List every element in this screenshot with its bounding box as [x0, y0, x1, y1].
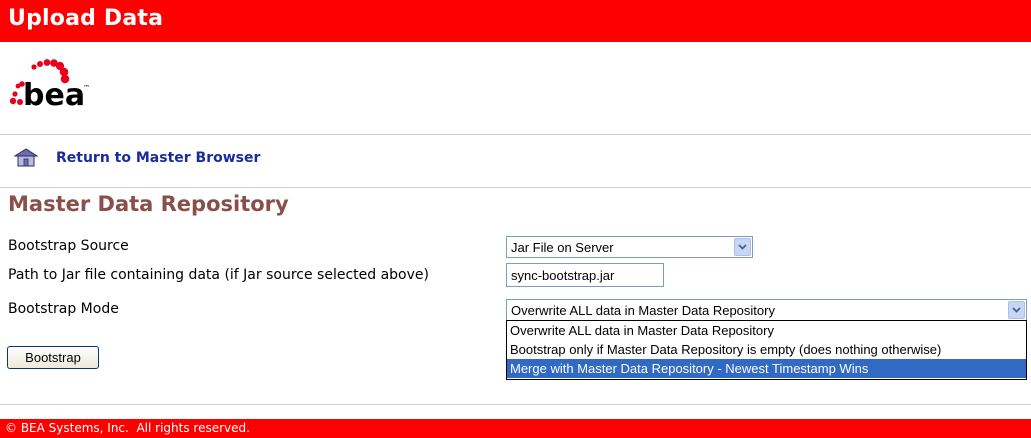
bootstrap-source-value: Jar File on Server — [511, 240, 614, 255]
chevron-down-icon[interactable] — [1008, 301, 1025, 319]
bootstrap-source-label: Bootstrap Source — [8, 238, 129, 254]
copyright-text: © BEA Systems, Inc. All rights reserved. — [5, 421, 250, 435]
footer-bar: © BEA Systems, Inc. All rights reserved. — [0, 419, 1031, 438]
divider — [0, 134, 1031, 135]
home-icon — [14, 148, 38, 167]
bootstrap-mode-value: Overwrite ALL data in Master Data Reposi… — [511, 303, 775, 318]
bootstrap-mode-select[interactable]: Overwrite ALL data in Master Data Reposi… — [506, 299, 1027, 321]
chevron-down-icon[interactable] — [734, 238, 751, 256]
dropdown-option-highlighted[interactable]: Merge with Master Data Repository - Newe… — [507, 359, 1026, 378]
title-bar: Upload Data — [0, 0, 1031, 42]
return-to-master-browser-link[interactable]: Return to Master Browser — [14, 148, 260, 168]
page-title: Upload Data — [8, 6, 164, 31]
divider — [0, 404, 1031, 405]
bootstrap-button[interactable]: Bootstrap — [7, 346, 99, 369]
divider — [0, 187, 1031, 188]
bea-logo-graphic: bea ™ — [9, 59, 90, 113]
logo-trademark: ™ — [83, 84, 90, 92]
bea-logo: bea ™ — [8, 56, 98, 118]
dropdown-option[interactable]: Bootstrap only if Master Data Repository… — [507, 340, 1026, 359]
bootstrap-mode-label: Bootstrap Mode — [8, 301, 119, 317]
jar-path-label: Path to Jar file containing data (if Jar… — [8, 267, 429, 283]
jar-path-input[interactable] — [506, 263, 664, 287]
bootstrap-mode-dropdown-list: Overwrite ALL data in Master Data Reposi… — [506, 320, 1027, 380]
logo-wordmark: bea — [23, 78, 85, 113]
bootstrap-source-select[interactable]: Jar File on Server — [506, 236, 753, 258]
dropdown-option[interactable]: Overwrite ALL data in Master Data Reposi… — [507, 321, 1026, 340]
return-link-label: Return to Master Browser — [56, 150, 261, 166]
section-heading: Master Data Repository — [8, 192, 289, 216]
